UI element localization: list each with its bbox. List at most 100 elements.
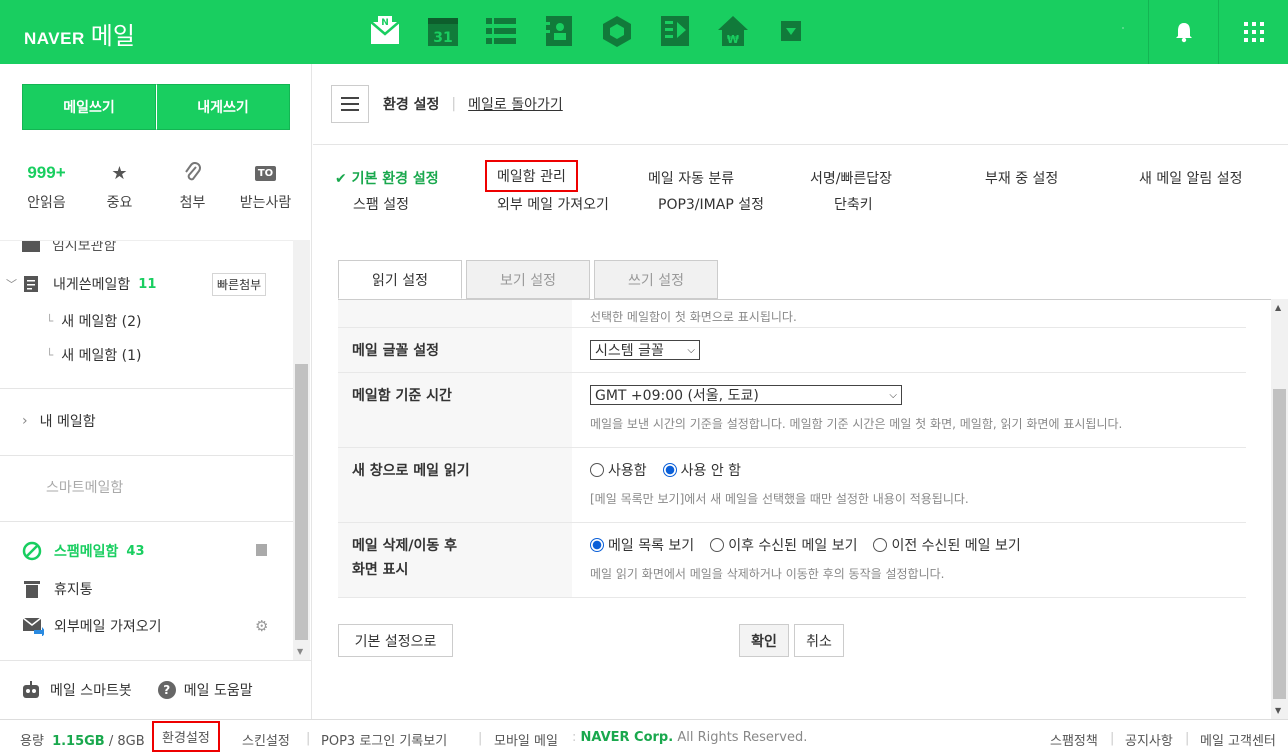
folder-external[interactable]: 외부메일 가져오기 <box>22 616 162 636</box>
setting-row-timezone: 메일함 기준 시간 GMT +09:00 (서울, 도쿄) ⌵ 메일을 보낸 시간… <box>338 373 1246 448</box>
nav-pop3[interactable]: POP3/IMAP 설정 <box>658 194 764 214</box>
folder-to-self[interactable]: ﹀ 내게쓴메일함 11 <box>6 274 156 294</box>
folder-sub-2[interactable]: └ 새 메일함 (1) <box>46 345 142 365</box>
mail-logo: 메일 <box>90 22 135 50</box>
new-window-on-radio[interactable]: 사용함 <box>590 460 647 480</box>
scroll-up-icon[interactable]: ▲ <box>1275 303 1281 312</box>
hamburger-menu-icon[interactable] <box>331 85 369 123</box>
nav-absence[interactable]: 부재 중 설정 <box>985 168 1058 188</box>
footer-pop3-log-link[interactable]: POP3 로그인 기록보기 <box>321 730 447 749</box>
content-scrollbar[interactable]: ▲ ▼ <box>1271 299 1288 719</box>
external-mail-icon <box>22 617 44 636</box>
memo-icon[interactable] <box>656 12 694 50</box>
nav-external[interactable]: 외부 메일 가져오기 <box>497 194 609 214</box>
setting-row-after-delete: 메일 삭제/이동 후 화면 표시 메일 목록 보기 이후 수신된 메일 보기 이… <box>338 523 1246 598</box>
capacity: 용량 1.15GB / 8GB <box>20 730 145 749</box>
folder-my-mailbox[interactable]: › 내 메일함 <box>22 411 96 431</box>
chevron-down-icon: ﹀ <box>6 278 17 291</box>
box-icon[interactable] <box>598 12 636 50</box>
folder-to-self-label: 내게쓴메일함 <box>53 277 131 293</box>
folder-spam[interactable]: 스팸메일함 43 <box>22 541 145 561</box>
back-to-mail-link[interactable]: 메일로 돌아가기 <box>468 94 563 114</box>
compose-group: 메일쓰기 내게쓰기 <box>22 84 290 130</box>
quick-unread-label: 안읽음 <box>27 195 66 211</box>
tab-read[interactable]: 읽기 설정 <box>338 260 462 299</box>
svg-text:31: 31 <box>433 30 452 46</box>
footer-spam-policy-link[interactable]: 스팸정책 <box>1050 730 1098 749</box>
sidebar-scrollbar[interactable]: ▼ <box>293 240 310 660</box>
after-delete-list-radio[interactable]: 메일 목록 보기 <box>590 535 694 555</box>
nav-auto-sort[interactable]: 메일 자동 분류 <box>648 168 734 188</box>
smartbot-link[interactable]: 메일 스마트봇 <box>20 680 132 700</box>
more-icon[interactable] <box>772 12 810 50</box>
cut-hint: 선택한 메일함이 첫 화면으로 표시됩니다. <box>590 310 797 324</box>
divider <box>0 455 293 456</box>
new-window-off-radio[interactable]: 사용 안 함 <box>662 460 741 480</box>
footer-notice-link[interactable]: 공지사항 <box>1125 730 1173 749</box>
nav-shortcut[interactable]: 단축키 <box>834 194 873 214</box>
sidebar-scroll-thumb[interactable] <box>295 364 308 640</box>
scroll-down-icon[interactable]: ▼ <box>1275 706 1281 715</box>
after-delete-label: 메일 삭제/이동 후 화면 표시 <box>338 523 572 597</box>
compose-button[interactable]: 메일쓰기 <box>22 84 156 130</box>
content-scroll-thumb[interactable] <box>1273 389 1286 699</box>
calendar-icon[interactable]: 31 <box>424 12 462 50</box>
folder-sub-2-label: 새 메일함 (1) <box>61 348 142 364</box>
quick-attach[interactable]: 첨부 <box>158 160 228 212</box>
drafts-icon <box>22 241 40 252</box>
timezone-select[interactable]: GMT +09:00 (서울, 도쿄) ⌵ <box>590 385 902 405</box>
folder-to-self-count: 11 <box>138 276 157 292</box>
folder-external-label: 외부메일 가져오기 <box>54 619 162 635</box>
font-select-value: 시스템 글꼴 <box>595 343 664 359</box>
footer-mobile-link[interactable]: 모바일 메일 <box>494 730 558 749</box>
read-settings-panel: 선택한 메일함이 첫 화면으로 표시됩니다. 메일 글꼴 설정 시스템 글꼴 ⌵ … <box>338 299 1288 599</box>
capacity-label: 용량 <box>20 734 44 749</box>
mail-icon[interactable]: N <box>366 12 404 50</box>
empty-spam-button[interactable] <box>256 544 267 556</box>
contacts-icon[interactable] <box>540 12 578 50</box>
tab-write[interactable]: 쓰기 설정 <box>594 260 718 299</box>
bell-icon[interactable] <box>1148 0 1218 64</box>
pay-icon[interactable]: ₩ <box>714 12 752 50</box>
brand-logo[interactable]: NAVER 메일 <box>24 16 135 51</box>
after-delete-prev-radio[interactable]: 이전 수신된 메일 보기 <box>873 535 1021 555</box>
scroll-down-icon[interactable]: ▼ <box>297 647 303 656</box>
settings-content: 환경 설정 | 메일로 돌아가기 ✔ 기본 환경 설정 메일함 관리 메일 자동… <box>313 64 1288 719</box>
nav-spam[interactable]: 스팸 설정 <box>353 194 409 214</box>
external-settings-gear-icon[interactable]: ⚙ <box>255 617 268 635</box>
folder-sub-1[interactable]: └ 새 메일함 (2) <box>46 311 142 331</box>
folder-smart-label: 스마트메일함 <box>46 480 124 496</box>
footer-skin-link[interactable]: 스킨설정 <box>242 730 290 749</box>
list-icon[interactable] <box>482 12 520 50</box>
grid-menu-icon[interactable] <box>1218 0 1288 64</box>
quick-attach-button[interactable]: 빠른첨부 <box>212 273 267 296</box>
self-compose-button[interactable]: 내게쓰기 <box>156 84 290 130</box>
folder-trash-label: 휴지통 <box>54 582 93 598</box>
font-select[interactable]: 시스템 글꼴 ⌵ <box>590 340 700 360</box>
folder-smart[interactable]: 스마트메일함 <box>46 477 123 497</box>
sub-branch-icon: └ <box>46 348 54 362</box>
setting-row-font: 메일 글꼴 설정 시스템 글꼴 ⌵ <box>338 328 1246 373</box>
confirm-button[interactable]: 확인 <box>739 624 789 657</box>
footer-settings-link[interactable]: 환경설정 <box>152 721 220 752</box>
footer-support-link[interactable]: 메일 고객센터 <box>1200 730 1276 749</box>
smartbot-label: 메일 스마트봇 <box>50 683 132 699</box>
profile-menu[interactable]: ˙ <box>1098 0 1148 64</box>
nav-signature[interactable]: 서명/빠른답장 <box>810 168 892 188</box>
reset-defaults-button[interactable]: 기본 설정으로 <box>338 624 453 657</box>
nav-mailbox[interactable]: 메일함 관리 <box>485 160 578 192</box>
svg-text:N: N <box>381 18 389 28</box>
folder-trash[interactable]: 휴지통 <box>22 579 93 599</box>
quick-unread[interactable]: 999+ 안읽음 <box>12 160 82 212</box>
folder-drafts[interactable]: 임시보관함 <box>22 241 116 255</box>
nav-notify[interactable]: 새 메일 알림 설정 <box>1139 168 1243 188</box>
help-link[interactable]: ? 메일 도움말 <box>157 680 253 700</box>
radio-on <box>590 538 604 552</box>
tab-view[interactable]: 보기 설정 <box>466 260 590 299</box>
after-delete-next-radio[interactable]: 이후 수신된 메일 보기 <box>710 535 857 555</box>
quick-important[interactable]: ★ 중요 <box>85 160 155 212</box>
cancel-button[interactable]: 취소 <box>794 624 844 657</box>
nav-basic[interactable]: ✔ 기본 환경 설정 <box>335 168 439 188</box>
help-icon: ? <box>157 681 176 699</box>
quick-recipient[interactable]: TO 받는사람 <box>231 160 301 212</box>
